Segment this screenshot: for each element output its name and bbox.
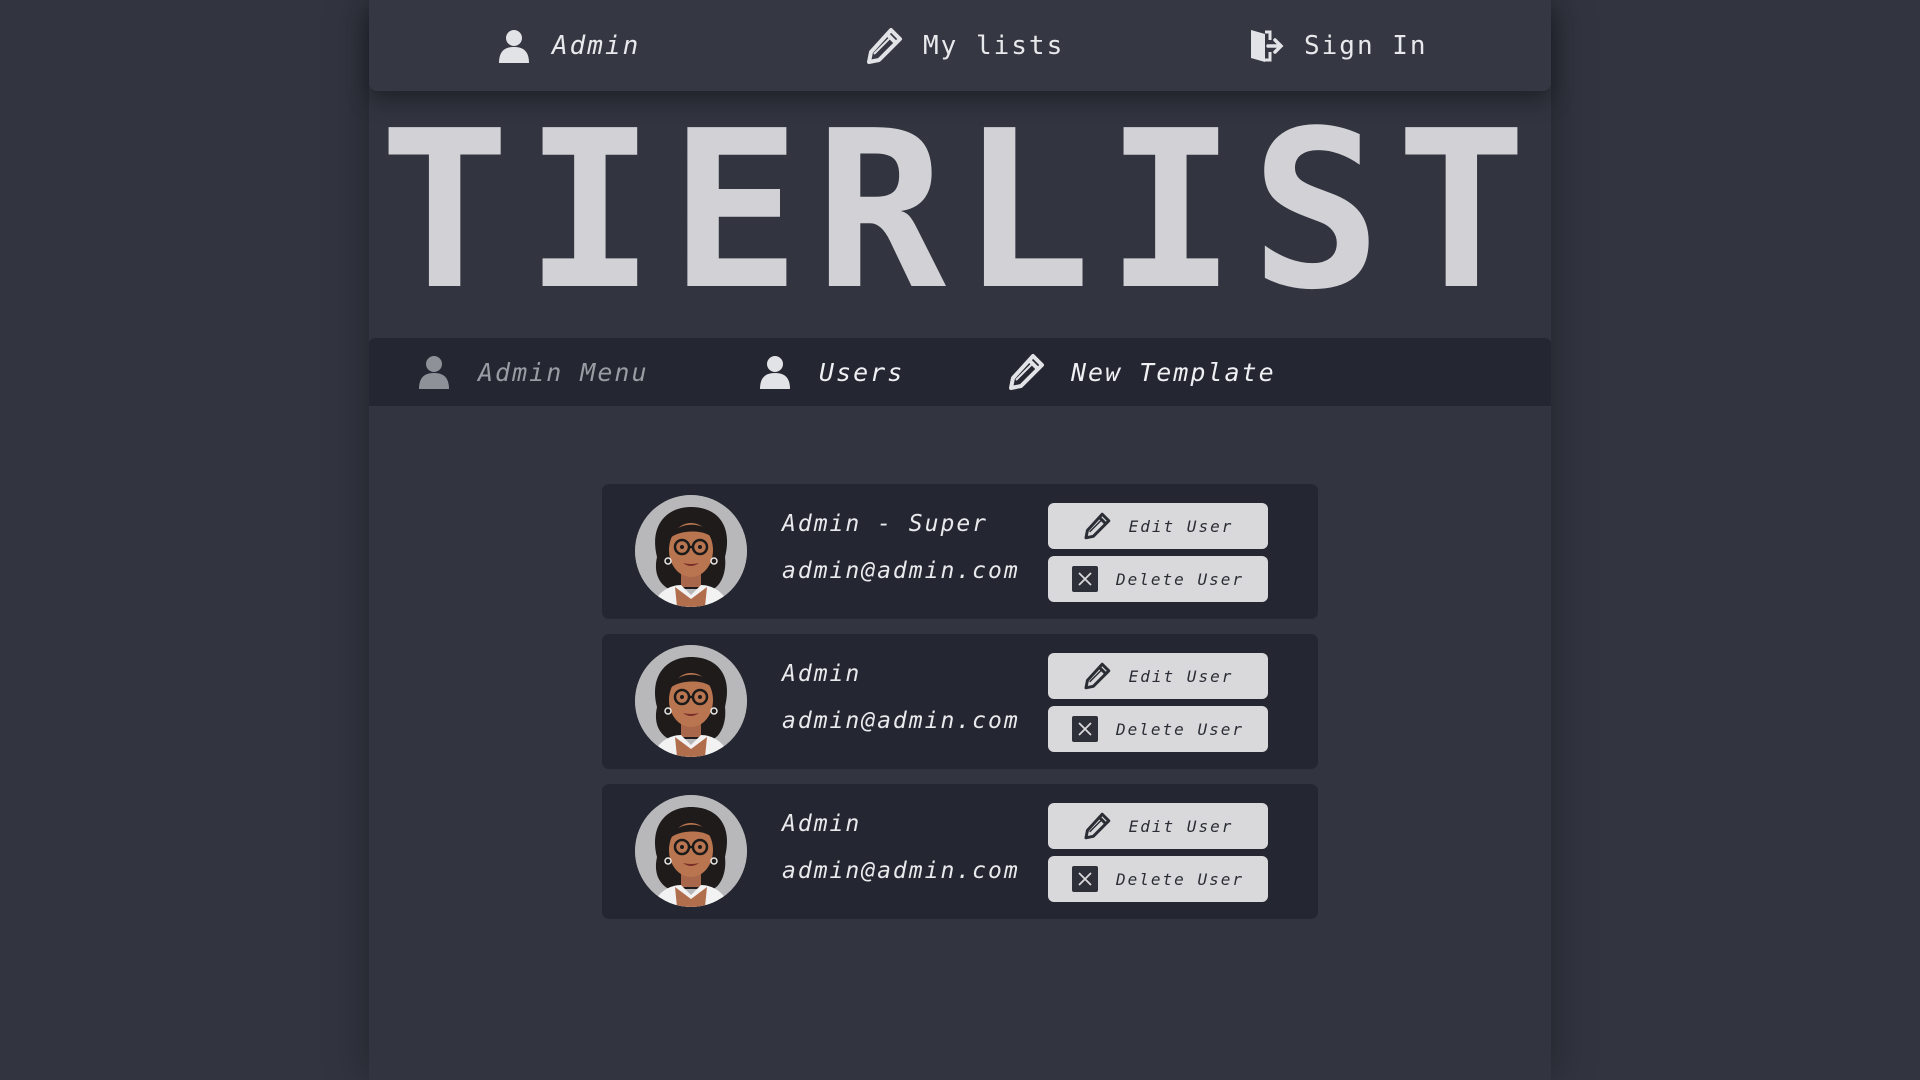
edit-user-button[interactable]: Edit User: [1048, 653, 1268, 699]
nav-item-sign-in[interactable]: Sign In: [1248, 0, 1428, 91]
user-icon: [757, 354, 793, 390]
user-name: Admin: [782, 811, 862, 837]
edit-user-label: Edit User: [1128, 666, 1234, 686]
user-email: admin@admin.com: [782, 558, 1020, 584]
pencil-icon: [1083, 512, 1111, 540]
subnav-item-admin-menu[interactable]: Admin Menu: [416, 338, 649, 406]
user-card: Admin admin@admin.com Edit User Delete U…: [602, 634, 1318, 769]
pencil-icon: [1083, 812, 1111, 840]
edit-user-button[interactable]: Edit User: [1048, 803, 1268, 849]
sign-in-icon: [1248, 28, 1284, 64]
delete-user-button[interactable]: Delete User: [1048, 556, 1268, 602]
edit-user-button[interactable]: Edit User: [1048, 503, 1268, 549]
pencil-icon: [865, 27, 903, 65]
user-icon: [496, 28, 532, 64]
user-card: Admin admin@admin.com Edit User Delete U…: [602, 784, 1318, 919]
close-icon: [1072, 716, 1099, 742]
close-icon: [1072, 866, 1099, 892]
subnav-item-users[interactable]: Users: [757, 338, 904, 406]
avatar: [635, 495, 747, 607]
nav-item-label: Admin: [552, 30, 641, 61]
subnav-item-new-template[interactable]: New Template: [1007, 338, 1276, 406]
nav-item-label: My lists: [923, 30, 1065, 61]
avatar: [635, 795, 747, 907]
pencil-icon: [1083, 662, 1111, 690]
user-icon: [416, 354, 452, 390]
pencil-icon: [1007, 353, 1045, 391]
subnav-item-label: Users: [819, 357, 905, 387]
nav-item-admin[interactable]: Admin: [496, 0, 640, 91]
nav-item-label: Sign In: [1304, 30, 1428, 61]
delete-user-label: Delete User: [1116, 869, 1244, 889]
close-icon: [1072, 566, 1099, 592]
delete-user-label: Delete User: [1116, 569, 1244, 589]
user-email: admin@admin.com: [782, 858, 1020, 884]
user-card: Admin - Super admin@admin.com Edit User …: [602, 484, 1318, 619]
nav-item-my-lists[interactable]: My lists: [865, 0, 1064, 91]
delete-user-button[interactable]: Delete User: [1048, 856, 1268, 902]
user-name: Admin - Super: [782, 511, 989, 537]
subnav-item-label: Admin Menu: [478, 357, 649, 387]
top-navbar: Admin My lists Sign In: [369, 0, 1551, 91]
user-email: admin@admin.com: [782, 708, 1020, 734]
edit-user-label: Edit User: [1128, 816, 1234, 836]
avatar: [635, 645, 747, 757]
delete-user-label: Delete User: [1116, 719, 1244, 739]
delete-user-button[interactable]: Delete User: [1048, 706, 1268, 752]
site-logo: TIERLIST: [379, 85, 1541, 338]
subnav-item-label: New Template: [1071, 357, 1276, 387]
admin-subnav: Admin Menu Users New Template: [369, 338, 1551, 406]
edit-user-label: Edit User: [1128, 516, 1234, 536]
user-name: Admin: [782, 661, 862, 687]
